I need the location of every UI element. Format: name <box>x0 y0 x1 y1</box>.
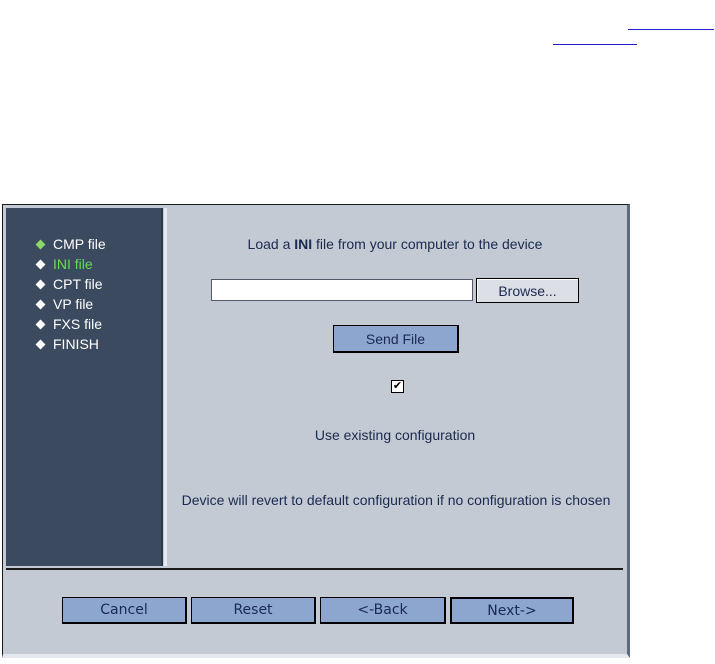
load-instruction: Load a INI file from your computer to th… <box>167 236 623 252</box>
back-button[interactable]: <-Back <box>320 597 446 624</box>
wizard-window: CMP file INI file CPT file VP file FXS f… <box>2 204 630 658</box>
wizard-footer: Cancel Reset <-Back Next-> <box>6 568 623 650</box>
cancel-button[interactable]: Cancel <box>62 597 187 624</box>
step-label: CPT file <box>53 276 103 292</box>
step-label: CMP file <box>53 236 106 252</box>
step-label: INI file <box>53 256 93 272</box>
use-existing-checkbox[interactable]: ✔ <box>391 380 404 393</box>
next-button[interactable]: Next-> <box>450 597 574 624</box>
diamond-bullet-icon <box>35 239 46 249</box>
step-fxs-file[interactable]: FXS file <box>35 314 106 334</box>
top-link-underline <box>628 29 714 30</box>
page: CMP file INI file CPT file VP file FXS f… <box>0 0 715 664</box>
wizard-steps-list: CMP file INI file CPT file VP file FXS f… <box>35 234 106 354</box>
diamond-bullet-icon <box>35 259 46 269</box>
diamond-bullet-icon <box>35 319 46 329</box>
file-type-bold: INI <box>294 236 313 252</box>
step-finish[interactable]: FINISH <box>35 334 106 354</box>
use-existing-label: Use existing configuration <box>314 427 476 443</box>
wizard-sidebar: CMP file INI file CPT file VP file FXS f… <box>6 208 163 566</box>
diamond-bullet-icon <box>35 279 46 289</box>
step-cpt-file[interactable]: CPT file <box>35 274 106 294</box>
diamond-bullet-icon <box>35 299 46 309</box>
load-prefix: Load a <box>247 236 295 252</box>
top-link-underline <box>553 44 637 45</box>
main-panel: Load a INI file from your computer to th… <box>167 208 623 566</box>
revert-note: Device will revert to default configurat… <box>181 492 611 508</box>
step-vp-file[interactable]: VP file <box>35 294 106 314</box>
browse-button[interactable]: Browse... <box>476 278 579 303</box>
reset-button[interactable]: Reset <box>191 597 316 624</box>
step-label: FINISH <box>53 336 99 352</box>
load-suffix: file from your computer to the device <box>312 236 543 252</box>
step-cmp-file[interactable]: CMP file <box>35 234 106 254</box>
step-label: FXS file <box>53 316 103 332</box>
step-ini-file[interactable]: INI file <box>35 254 106 274</box>
step-label: VP file <box>53 296 94 312</box>
file-path-input[interactable] <box>211 279 473 301</box>
checkmark-icon: ✔ <box>392 380 403 392</box>
diamond-bullet-icon <box>35 339 46 349</box>
send-file-button[interactable]: Send File <box>333 325 459 353</box>
